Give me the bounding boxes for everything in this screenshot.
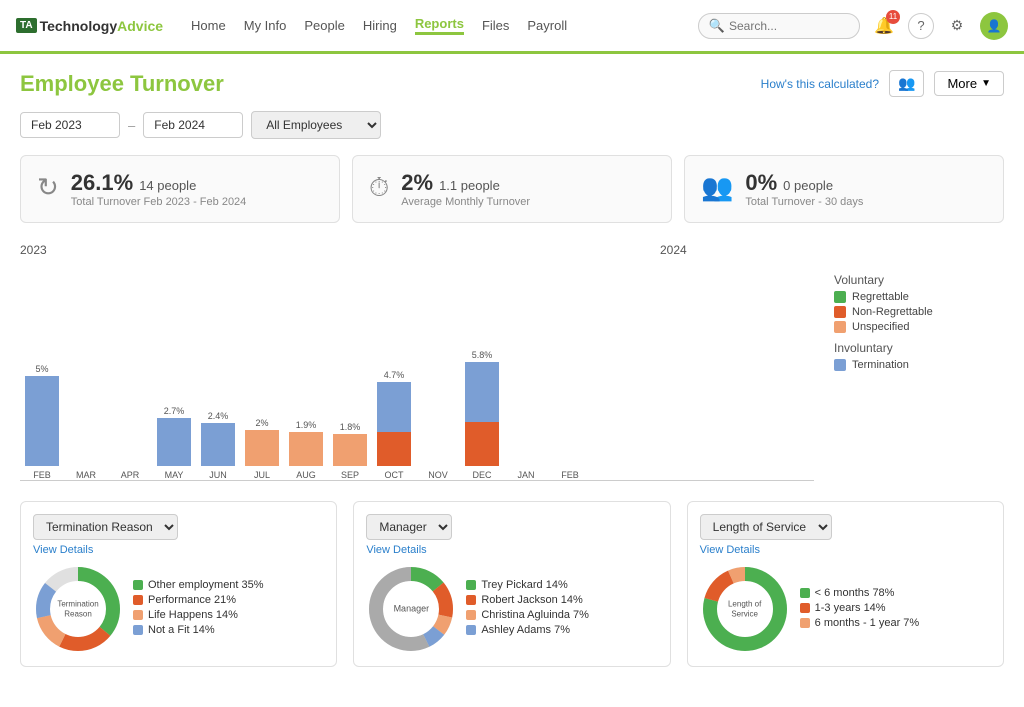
stat-card-30days: 👥 0% 0 people Total Turnover - 30 days	[684, 155, 1004, 223]
navbar: TA TechnologyAdvice Home My Info People …	[0, 0, 1024, 54]
help-btn[interactable]: ?	[908, 13, 934, 39]
bar-dec-2023: 5.8% DEC	[465, 350, 499, 480]
bar-feb-2024: FEB	[553, 454, 587, 480]
notifications-btn[interactable]: 🔔 11	[870, 12, 898, 40]
chevron-down-icon: ▼	[981, 78, 991, 89]
bar-oct-2023: 4.7% OCT	[377, 370, 411, 480]
chart-section: 2023 2024 5% FEB MAR	[20, 243, 1004, 481]
stat-pct-2: 2%	[401, 170, 433, 196]
date-to-input[interactable]	[143, 112, 243, 138]
people-icon-button[interactable]: 👥	[889, 70, 924, 97]
nav-home[interactable]: Home	[191, 18, 226, 33]
termination-legend-list: Other employment 35% Performance 21% Lif…	[133, 579, 264, 639]
nav-right: 🔍 🔔 11 ? ⚙ 👤	[698, 12, 1008, 40]
notif-badge: 11	[886, 10, 900, 24]
year-2023-label: 2023	[20, 243, 660, 257]
legend-non-regrettable: Non-Regrettable	[834, 306, 1004, 318]
nav-myinfo[interactable]: My Info	[244, 18, 287, 33]
nav-links: Home My Info People Hiring Reports Files…	[191, 16, 567, 35]
termination-reason-select[interactable]: Termination Reason	[33, 514, 178, 540]
bar-feb-2023: 5% FEB	[25, 364, 59, 480]
bar-jun-2023: 2.4% JUN	[201, 411, 235, 480]
nav-reports[interactable]: Reports	[415, 16, 464, 35]
page-header: Employee Turnover How's this calculated?…	[20, 70, 1004, 97]
stat-pct-3: 0%	[745, 170, 777, 196]
bar-may-2023: 2.7% MAY	[157, 406, 191, 480]
stat-label-1: Total Turnover Feb 2023 - Feb 2024	[71, 196, 247, 208]
legend-unspecified: Unspecified	[834, 321, 1004, 333]
stat-count-2: 1.1 people	[439, 178, 500, 193]
bar-apr-2023: APR	[113, 454, 147, 480]
los-legend-list: < 6 months 78% 1-3 years 14% 6 months - …	[800, 587, 920, 632]
logo-text: TechnologyAdvice	[40, 18, 163, 34]
date-from-input[interactable]	[20, 112, 120, 138]
bar-jan-2024: JAN	[509, 454, 543, 480]
stat-label-3: Total Turnover - 30 days	[745, 196, 863, 208]
chart-legend: Voluntary Regrettable Non-Regrettable Un…	[814, 243, 1004, 481]
more-button[interactable]: More ▼	[934, 71, 1004, 96]
logo[interactable]: TA TechnologyAdvice	[16, 18, 163, 34]
chart-area: 2023 2024 5% FEB MAR	[20, 243, 814, 481]
search-input[interactable]	[729, 19, 849, 33]
nav-payroll[interactable]: Payroll	[527, 18, 567, 33]
nav-hiring[interactable]: Hiring	[363, 18, 397, 33]
page-content: Employee Turnover How's this calculated?…	[0, 54, 1024, 683]
search-box[interactable]: 🔍	[698, 13, 860, 39]
logo-box: TA	[16, 18, 37, 33]
termination-view-details[interactable]: View Details	[33, 544, 324, 556]
stat-card-total: ↻ 26.1% 14 people Total Turnover Feb 202…	[20, 155, 340, 223]
header-right: How's this calculated? 👥 More ▼	[761, 70, 1004, 97]
nav-files[interactable]: Files	[482, 18, 509, 33]
bottom-card-termination: Termination Reason View Details Terminat…	[20, 501, 337, 667]
legend-regrettable: Regrettable	[834, 291, 1004, 303]
hows-calculated-link[interactable]: How's this calculated?	[761, 77, 879, 91]
legend-termination: Termination	[834, 359, 1004, 371]
manager-select[interactable]: Manager	[366, 514, 452, 540]
bar-aug-2023: 1.9% AUG	[289, 420, 323, 480]
stat-cards: ↻ 26.1% 14 people Total Turnover Feb 202…	[20, 155, 1004, 223]
los-select[interactable]: Length of Service	[700, 514, 832, 540]
stat-card-monthly: ⏱ 2% 1.1 people Average Monthly Turnover	[352, 155, 672, 223]
avatar[interactable]: 👤	[980, 12, 1008, 40]
los-view-details[interactable]: View Details	[700, 544, 991, 556]
stat-count-3: 0 people	[783, 178, 833, 193]
bar-chart: 5% FEB MAR APR	[20, 261, 814, 481]
page-title: Employee Turnover	[20, 71, 224, 97]
nav-people[interactable]: People	[304, 18, 344, 33]
employee-filter-select[interactable]: All Employees	[251, 111, 381, 139]
bar-sep-2023: 1.8% SEP	[333, 422, 367, 480]
bar-jul-2023: 2% JUL	[245, 418, 279, 480]
stat-count-1: 14 people	[139, 178, 196, 193]
stat-label-2: Average Monthly Turnover	[401, 196, 530, 208]
settings-btn[interactable]: ⚙	[944, 13, 970, 39]
bottom-card-manager: Manager View Details Manager	[353, 501, 670, 667]
search-icon: 🔍	[709, 18, 725, 34]
filter-dash: –	[128, 118, 135, 133]
more-label: More	[947, 76, 977, 91]
year-2024-label: 2024	[660, 243, 687, 257]
people-icon: 👥	[701, 172, 733, 203]
clock-icon: ⏱	[369, 172, 389, 204]
legend-involuntary-title: Involuntary	[834, 341, 1004, 355]
manager-legend-list: Trey Pickard 14% Robert Jackson 14% Chri…	[466, 579, 589, 639]
refresh-icon: ↻	[37, 172, 59, 203]
manager-view-details[interactable]: View Details	[366, 544, 657, 556]
bottom-section: Termination Reason View Details Terminat…	[20, 501, 1004, 667]
legend-voluntary-title: Voluntary	[834, 273, 1004, 287]
bottom-card-los: Length of Service View Details Length of…	[687, 501, 1004, 667]
bar-nov-2023: NOV	[421, 454, 455, 480]
filters-row: – All Employees	[20, 111, 1004, 139]
stat-pct-1: 26.1%	[71, 170, 133, 196]
bar-mar-2023: MAR	[69, 454, 103, 480]
